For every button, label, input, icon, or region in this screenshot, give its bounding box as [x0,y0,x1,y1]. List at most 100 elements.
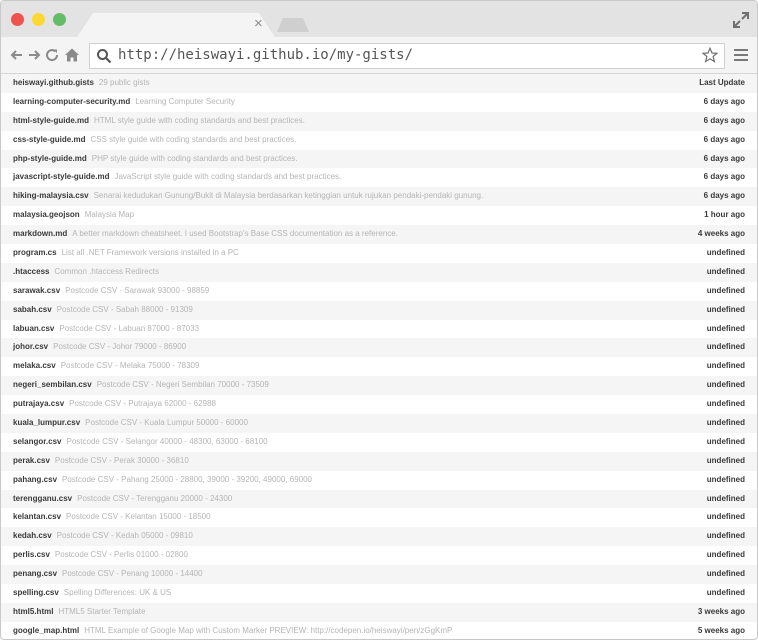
gist-count: 29 public gists [98,78,150,87]
gist-filename-link[interactable]: html-style-guide.md [13,116,89,125]
list-item[interactable]: markdown.md A better markdown cheatsheet.… [1,225,757,245]
list-item[interactable]: kelantan.csv Postcode CSV - Kelantan 1500… [1,508,757,527]
gist-filename-link[interactable]: hiking-malaysia.csv [13,191,89,200]
gist-description: Postcode CSV - Sabah 88000 - 91309 [56,304,193,314]
gist-filename-link[interactable]: johor.csv [13,342,48,351]
page-content: heiswayi.github.gists 29 public gists Las… [1,74,757,639]
list-item[interactable]: hiking-malaysia.csv Senarai kedudukan Gun… [1,187,757,207]
gist-filename-link[interactable]: perak.csv [13,456,50,465]
gist-filename-link[interactable]: malaysia.geojson [13,210,80,219]
gist-last-update: undefined [706,550,745,560]
gist-filename-link[interactable]: html5.html [13,607,53,616]
gist-description: Postcode CSV - Johor 79000 - 86900 [53,342,187,352]
expand-icon[interactable] [733,12,749,28]
gist-description: CSS style guide with coding standards an… [90,134,297,144]
gist-filename-link[interactable]: .htaccess [13,267,49,276]
list-item[interactable]: putrajaya.csv Postcode CSV - Putrajaya 62… [1,395,757,414]
gist-filename-link[interactable]: negeri_sembilan.csv [13,380,92,389]
menu-icon[interactable] [734,48,748,62]
list-item[interactable]: terengganu.csv Postcode CSV - Terengganu … [1,489,757,509]
gist-last-update: undefined [706,266,745,276]
gist-filename-link[interactable]: terengganu.csv [13,494,72,503]
list-item[interactable]: labuan.csv Postcode CSV - Labuan 87000 - … [1,320,757,339]
browser-window: × http://heiswayi.github.io/my-gists/ he… [0,0,758,640]
last-update-header: Last Update [699,78,745,87]
list-item[interactable]: perlis.csv Postcode CSV - Perlis 01000 - … [1,546,757,565]
gist-filename-link[interactable]: kedah.csv [13,531,52,540]
list-item[interactable]: penang.csv Postcode CSV - Penang 10000 - … [1,565,757,585]
gist-last-update: undefined [706,323,745,333]
gist-filename-link[interactable]: program.cs [13,248,57,257]
list-item[interactable]: javascript-style-guide.md JavaScript styl… [1,168,757,187]
list-item[interactable]: html5.html HTML5 Starter Template 3 weeks … [1,602,757,622]
list-item[interactable]: learning-computer-security.md Learning Co… [1,93,757,112]
new-tab-button[interactable] [277,18,309,32]
gist-filename-link[interactable]: perlis.csv [13,550,50,559]
maximize-window-button[interactable] [53,13,66,26]
list-item[interactable]: perak.csv Postcode CSV - Perak 30000 - 36… [1,451,757,471]
gist-description: PHP style guide with coding standards an… [91,153,298,163]
list-item[interactable]: html-style-guide.md HTML style guide with… [1,111,757,131]
gist-filename-link[interactable]: sarawak.csv [13,286,60,295]
site-title[interactable]: heiswayi.github.gists [13,78,94,87]
list-item[interactable]: pahang.csv Postcode CSV - Pahang 25000 - … [1,471,757,490]
gist-description: Common .htaccess Redirects [54,266,159,276]
gist-filename-link[interactable]: javascript-style-guide.md [13,172,109,181]
gist-last-update: 3 weeks ago [697,606,745,616]
gist-description: Postcode CSV - Negeri Sembilan 70000 - 7… [96,380,269,390]
back-arrow-icon[interactable] [9,47,25,63]
gist-description: Postcode CSV - Penang 10000 - 14400 [62,569,203,579]
gist-filename-link[interactable]: selangor.csv [13,437,61,446]
list-item[interactable]: .htaccess Common .htaccess Redirects undef… [1,262,757,282]
gist-filename-link[interactable]: melaka.csv [13,361,56,370]
list-item[interactable]: johor.csv Postcode CSV - Johor 79000 - 86… [1,338,757,358]
gist-last-update: undefined [706,512,745,522]
list-item[interactable]: melaka.csv Postcode CSV - Melaka 75000 - … [1,357,757,376]
bookmark-star-icon[interactable] [702,47,718,63]
browser-toolbar: http://heiswayi.github.io/my-gists/ [1,37,757,74]
list-item[interactable]: program.cs List all .NET Framework versio… [1,244,757,263]
tab-close-icon[interactable]: × [254,15,263,33]
list-item[interactable]: sabah.csv Postcode CSV - Sabah 88000 - 91… [1,300,757,320]
minimize-window-button[interactable] [32,13,45,26]
gist-last-update: 1 hour ago [704,210,745,220]
gist-filename-link[interactable]: kuala_lumpur.csv [13,418,80,427]
gist-filename-link[interactable]: markdown.md [13,229,67,238]
home-icon[interactable] [64,47,80,63]
list-item[interactable]: php-style-guide.md PHP style guide with c… [1,149,757,169]
reload-icon[interactable] [44,47,60,63]
gist-last-update: undefined [706,531,745,541]
list-item[interactable]: negeri_sembilan.csv Postcode CSV - Negeri… [1,376,757,396]
gist-filename-link[interactable]: pahang.csv [13,475,57,484]
gist-filename-link[interactable]: putrajaya.csv [13,399,64,408]
gist-filename-link[interactable]: kelantan.csv [13,512,61,521]
gist-filename-link[interactable]: learning-computer-security.md [13,97,130,106]
close-window-button[interactable] [11,13,24,26]
list-item[interactable]: google_map.html HTML Example of Google Ma… [1,622,757,639]
gist-filename-link[interactable]: php-style-guide.md [13,154,87,163]
address-bar[interactable]: http://heiswayi.github.io/my-gists/ [89,43,725,69]
list-item[interactable]: css-style-guide.md CSS style guide with c… [1,131,757,150]
list-item[interactable]: spelling.csv Spelling Differences: UK & U… [1,584,757,603]
url-text[interactable]: http://heiswayi.github.io/my-gists/ [118,47,413,63]
list-item[interactable]: kedah.csv Postcode CSV - Kedah 05000 - 09… [1,527,757,547]
gist-filename-link[interactable]: spelling.csv [13,588,59,597]
gist-filename-link[interactable]: penang.csv [13,569,57,578]
gist-list: learning-computer-security.md Learning Co… [1,93,757,639]
gist-last-update: undefined [706,361,745,371]
browser-tab[interactable] [77,13,275,37]
list-item[interactable]: sarawak.csv Postcode CSV - Sarawak 93000 … [1,282,757,301]
gist-last-update: undefined [706,455,745,465]
list-item[interactable]: kuala_lumpur.csv Postcode CSV - Kuala Lum… [1,414,757,433]
gist-filename-link[interactable]: labuan.csv [13,324,54,333]
gist-filename-link[interactable]: sabah.csv [13,305,52,314]
list-item[interactable]: malaysia.geojson Malaysia Map 1 hour ago [1,206,757,225]
list-item[interactable]: selangor.csv Postcode CSV - Selangor 4000… [1,433,757,452]
gist-last-update: 5 weeks ago [697,625,745,635]
forward-arrow-icon[interactable] [26,47,42,63]
gist-last-update: undefined [706,493,745,503]
gist-last-update: undefined [706,436,745,446]
gist-last-update: 4 weeks ago [697,229,745,239]
gist-filename-link[interactable]: google_map.html [13,626,79,635]
gist-filename-link[interactable]: css-style-guide.md [13,135,85,144]
